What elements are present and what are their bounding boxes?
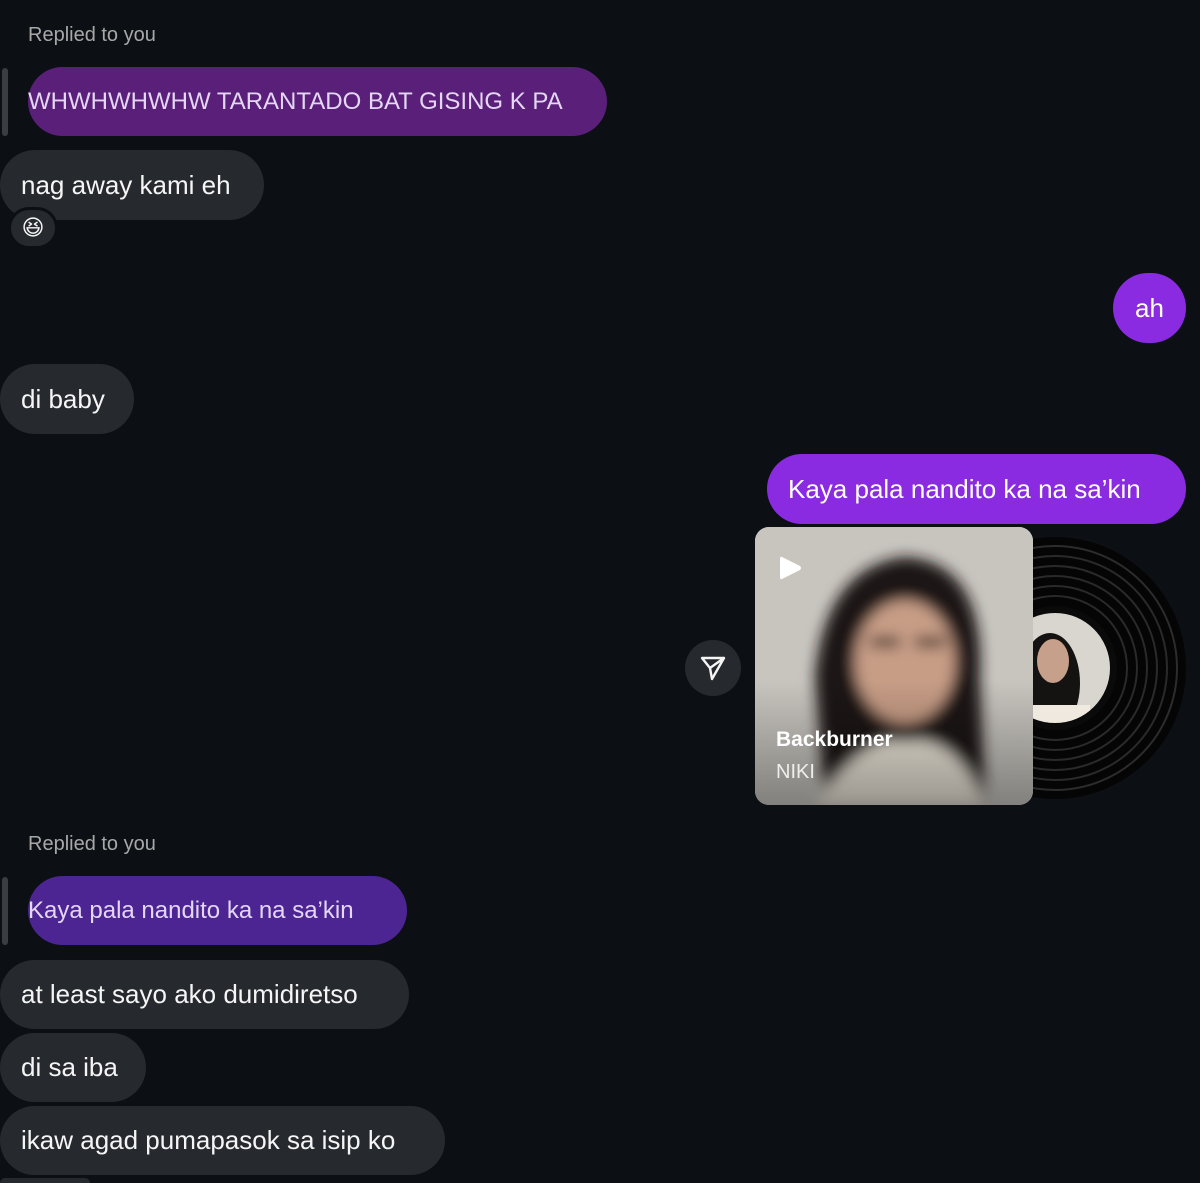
outgoing-message[interactable]: ah bbox=[1113, 273, 1186, 343]
reply-bar bbox=[2, 68, 8, 136]
reply-label: Replied to you bbox=[28, 833, 156, 855]
incoming-message[interactable]: at least sayo ako dumidiretso bbox=[0, 960, 409, 1029]
incoming-message-partial bbox=[0, 1178, 90, 1183]
track-title: Backburner bbox=[776, 728, 893, 751]
quoted-message[interactable]: Kaya pala nandito ka na sa’kin bbox=[28, 876, 407, 945]
reply-bar bbox=[2, 877, 8, 945]
reply-label: Replied to you bbox=[28, 24, 156, 46]
track-artist: NIKI bbox=[776, 761, 815, 783]
quoted-message[interactable]: WHWHWHWHW TARANTADO BAT GISING K PA bbox=[28, 67, 607, 136]
share-icon bbox=[700, 656, 726, 681]
play-icon[interactable] bbox=[777, 554, 803, 582]
message-text: ikaw agad pumapasok sa isip ko bbox=[21, 1125, 396, 1155]
message-text: Kaya pala nandito ka na sa’kin bbox=[788, 473, 1141, 504]
incoming-message[interactable]: ikaw agad pumapasok sa isip ko bbox=[0, 1106, 445, 1175]
reaction-emoji-icon: 😆 bbox=[21, 215, 45, 240]
quoted-message-text: WHWHWHWHW TARANTADO BAT GISING K PA bbox=[28, 87, 563, 115]
incoming-message[interactable]: di sa iba bbox=[0, 1033, 146, 1102]
share-button[interactable] bbox=[685, 640, 741, 696]
reaction-badge[interactable]: 😆 bbox=[8, 207, 58, 249]
incoming-message[interactable]: di baby bbox=[0, 364, 134, 434]
quoted-message-text: Kaya pala nandito ka na sa’kin bbox=[28, 896, 354, 924]
message-text: di sa iba bbox=[21, 1052, 118, 1082]
music-share-card[interactable]: Backburner NIKI bbox=[755, 527, 1033, 805]
message-text: ah bbox=[1135, 292, 1164, 323]
message-text: nag away kami eh bbox=[21, 169, 231, 200]
outgoing-message[interactable]: Kaya pala nandito ka na sa’kin bbox=[767, 454, 1186, 524]
message-text: di baby bbox=[21, 383, 105, 414]
message-text: at least sayo ako dumidiretso bbox=[21, 979, 358, 1009]
